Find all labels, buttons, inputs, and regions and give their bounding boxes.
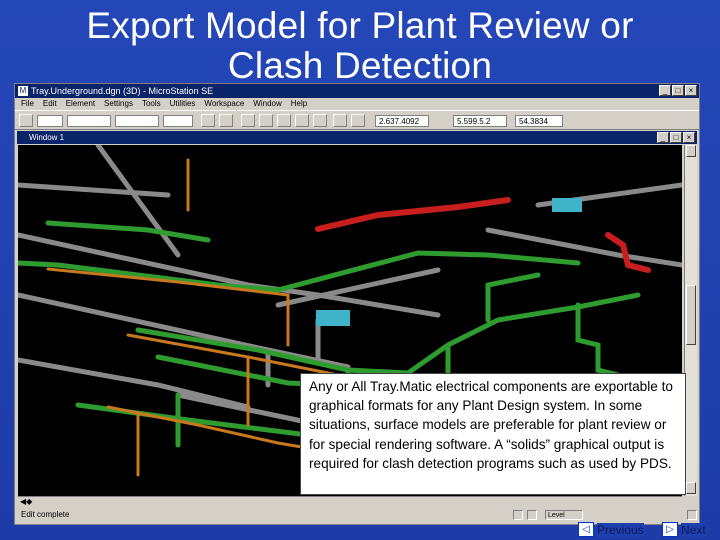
z-coordinate-field[interactable]: 54.3834 <box>515 115 563 127</box>
next-button[interactable]: ▷ Next <box>662 521 706 538</box>
level-combo[interactable] <box>67 115 111 127</box>
view-close-icon[interactable]: × <box>683 132 695 143</box>
tray-green <box>575 302 621 378</box>
snap-icon[interactable] <box>351 114 365 127</box>
level-status: Level <box>545 510 583 520</box>
view-maximize-icon[interactable]: □ <box>670 132 682 143</box>
scroll-down-icon[interactable] <box>686 482 696 494</box>
help-icon[interactable] <box>313 114 327 127</box>
tray-green <box>75 402 311 438</box>
menu-help[interactable]: Help <box>291 98 307 110</box>
app-icon: M <box>18 86 28 96</box>
snap-status-icon[interactable] <box>527 510 537 520</box>
lock-icon[interactable] <box>513 510 523 520</box>
left-arrow-icon: ◁ <box>578 522 594 537</box>
junction-box <box>552 198 582 212</box>
status-message: Edit complete <box>21 510 70 519</box>
maximize-icon[interactable]: □ <box>672 85 684 96</box>
color-icon[interactable] <box>19 114 33 127</box>
color-combo[interactable] <box>37 115 63 127</box>
previous-label: Previous <box>597 522 644 537</box>
select-icon[interactable] <box>241 114 255 127</box>
tray-gray <box>95 145 181 258</box>
place-icon[interactable] <box>201 114 215 127</box>
tray-orange <box>46 267 290 297</box>
view-title: Window 1 <box>29 133 65 142</box>
y-coordinate-field[interactable]: 5.599.5.2 <box>453 115 507 127</box>
linestyle-combo[interactable] <box>115 115 159 127</box>
view-minimize-icon[interactable]: _ <box>657 132 669 143</box>
minimize-icon[interactable]: _ <box>659 85 671 96</box>
statusbar: Edit complete Level <box>15 508 699 522</box>
next-label: Next <box>681 522 706 537</box>
close-icon[interactable]: × <box>685 85 697 96</box>
description-callout: Any or All Tray.Matic electrical compone… <box>300 373 686 495</box>
move-icon[interactable] <box>277 114 291 127</box>
rotate-icon[interactable] <box>295 114 309 127</box>
tray-gray <box>18 182 171 198</box>
app-title: Tray.Underground.dgn (3D) - MicroStation… <box>31 86 214 96</box>
menubar: File Edit Element Settings Tools Utiliti… <box>15 98 699 110</box>
weight-combo[interactable] <box>163 115 193 127</box>
menu-utilities[interactable]: Utilities <box>170 98 196 110</box>
accudraw-icon[interactable] <box>333 114 347 127</box>
right-arrow-icon: ▷ <box>662 522 678 537</box>
menu-file[interactable]: File <box>21 98 34 110</box>
slide-title: Export Model for Plant Review or Clash D… <box>86 5 634 86</box>
app-titlebar: M Tray.Underground.dgn (3D) - MicroStati… <box>15 84 699 98</box>
junction-box <box>316 310 350 326</box>
previous-button[interactable]: ◁ Previous <box>578 521 644 538</box>
view-arrows-icon[interactable]: ◀◆ <box>20 497 32 506</box>
tray-gray <box>18 292 351 370</box>
tray-red <box>315 197 511 232</box>
save-status-icon[interactable] <box>687 510 697 520</box>
view-titlebar: Window 1 _ □ × <box>17 131 697 144</box>
menu-tools[interactable]: Tools <box>142 98 161 110</box>
fence-icon[interactable] <box>219 114 233 127</box>
menu-element[interactable]: Element <box>66 98 95 110</box>
tray-green <box>45 220 211 243</box>
menu-settings[interactable]: Settings <box>104 98 133 110</box>
menu-edit[interactable]: Edit <box>43 98 57 110</box>
scroll-up-icon[interactable] <box>686 145 696 157</box>
menu-workspace[interactable]: Workspace <box>204 98 244 110</box>
menu-window[interactable]: Window <box>253 98 281 110</box>
copy-icon[interactable] <box>259 114 273 127</box>
scroll-thumb[interactable] <box>686 285 696 345</box>
attributes-toolbar: 2.637.4092 5.599.5.2 54.3834 <box>15 110 699 130</box>
tray-gray <box>18 232 441 318</box>
horizontal-scrollbar[interactable]: ◀◆ <box>18 496 682 506</box>
x-coordinate-field[interactable]: 2.637.4092 <box>375 115 429 127</box>
